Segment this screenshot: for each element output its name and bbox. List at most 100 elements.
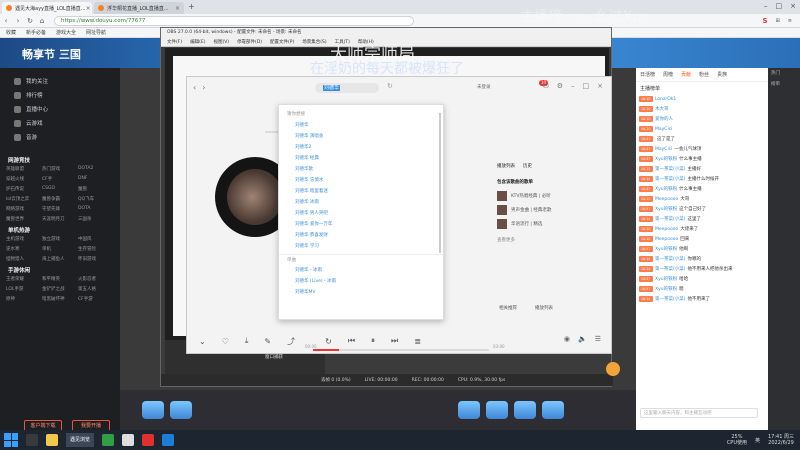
prev-icon[interactable]: ⏮ (348, 336, 355, 346)
related-link[interactable]: 相关推荐 (499, 305, 517, 311)
suggestion-item[interactable]: 刘德华 男人哭吧 (279, 208, 443, 219)
game-link[interactable]: DOTA2 (78, 166, 114, 172)
game-link[interactable]: 金铲铲之战 (42, 286, 78, 292)
game-link[interactable]: 热门游戏 (42, 166, 78, 172)
chat-username[interactable]: Xyu的铁粉 (655, 206, 677, 212)
chat-username[interactable]: 第一茶菜(小菜) (655, 296, 686, 302)
sidebar-item-rank[interactable]: 排行榜 (0, 88, 120, 102)
suggestion-item[interactable]: 刘德华 学习 (279, 241, 443, 252)
suggestion-item[interactable]: 刘德华 演唱会 (279, 131, 443, 142)
game-link[interactable]: 和平精英 (42, 276, 78, 282)
obs-menu-item[interactable]: 场景集合(S) (302, 38, 326, 46)
comment-icon[interactable]: ✎ (264, 337, 271, 346)
game-link[interactable]: DNF (78, 176, 114, 182)
lang-indicator[interactable]: 英 (755, 437, 760, 444)
chat-username[interactable]: Meepoooo (655, 227, 678, 232)
bookmark-item[interactable]: 网址导航 (86, 29, 106, 36)
game-link[interactable]: 魔兽争霸 (42, 196, 78, 202)
tab-fans[interactable]: 粉丝 (699, 71, 709, 78)
game-link[interactable]: 怪物猎人 (6, 256, 42, 262)
suggestion-item[interactable]: 刘德华 冰雨 (279, 197, 443, 208)
close-tab-icon[interactable]: × (175, 5, 180, 12)
close-icon[interactable]: × (597, 82, 603, 90)
queue-link[interactable]: 播放列表 (535, 305, 553, 311)
forward-icon[interactable]: › (12, 17, 24, 25)
app-icon[interactable] (162, 434, 175, 446)
game-link[interactable]: 守望先锋 (42, 206, 78, 212)
game-link[interactable]: 怀旧游戏 (78, 256, 114, 262)
share-icon[interactable]: ⤴ (287, 336, 295, 347)
close-icon[interactable]: × (790, 2, 796, 10)
progress-bar[interactable] (313, 349, 489, 351)
game-link[interactable]: 王者荣耀 (6, 276, 42, 282)
suggestion-item[interactable]: 刘德华 (279, 120, 443, 131)
sidebar-item-live[interactable]: 直播中心 (0, 102, 120, 116)
game-link[interactable]: 穿越火线 (6, 176, 42, 182)
wechat-icon[interactable] (102, 434, 115, 446)
sidebar-item-music[interactable]: 音游 (0, 130, 120, 144)
tab-daily[interactable]: 日活榜 (640, 71, 655, 78)
chat-username[interactable]: 第一茶菜(小菜) (655, 176, 686, 182)
back-icon[interactable]: ‹ (193, 83, 196, 92)
mic-icon[interactable] (606, 362, 620, 376)
refresh-icon[interactable]: ↻ (24, 17, 36, 25)
obs-menu-item[interactable]: 停靠部件(D) (237, 38, 262, 46)
game-link[interactable]: CF手游 (78, 296, 114, 302)
game-link[interactable]: 魔兽世界 (6, 216, 42, 222)
browser-tab[interactable]: 浮华桐花直播_LOL直播直... × (94, 2, 184, 14)
windows-start-icon[interactable] (4, 433, 18, 447)
game-link[interactable]: 魔兽 (78, 186, 114, 192)
download-icon[interactable]: ⤓ (245, 336, 249, 346)
strip-item[interactable]: 榜单 (768, 79, 800, 90)
bookmark-item[interactable]: 新手必备 (26, 29, 46, 36)
suggestion-item[interactable]: 刘德华 暗里着迷 (279, 186, 443, 197)
taskbar-browser[interactable]: 遇见浏览 (66, 433, 95, 447)
home-icon[interactable]: ⌂ (36, 17, 48, 25)
maximize-icon[interactable]: □ (583, 82, 590, 90)
game-link[interactable]: QQ飞车 (78, 196, 114, 202)
game-link[interactable]: DOTA (78, 206, 114, 212)
chat-username[interactable]: Xyu的铁粉 (655, 286, 677, 292)
playlist-row[interactable]: KTV热唱经典 | 必听 (497, 189, 607, 203)
chat-username[interactable]: 第一茶菜(小菜) (655, 266, 686, 272)
gift-icon[interactable] (142, 401, 164, 419)
url-input[interactable]: https://www.douyu.com/77677 (54, 15, 414, 26)
more-link[interactable]: 查看更多 (497, 237, 607, 243)
suggestion-item[interactable]: 刘德华2 (279, 142, 443, 153)
game-link[interactable]: 生存冒险 (78, 246, 114, 252)
game-link[interactable]: 天涯明月刀 (42, 216, 78, 222)
new-tab-button[interactable]: + (188, 2, 195, 14)
game-link[interactable]: 逆水寒 (6, 246, 42, 252)
chat-username[interactable]: 木大哥 (655, 106, 669, 112)
tab-contrib[interactable]: 贡献 (681, 71, 691, 78)
folder-icon[interactable] (46, 434, 58, 446)
game-link[interactable]: 英雄联盟 (6, 166, 42, 172)
chat-username[interactable]: LonzrOk1 (655, 97, 676, 102)
game-link[interactable]: 原神 (6, 296, 42, 302)
suggestion-item[interactable]: 刘德华 恭喜发财 (279, 230, 443, 241)
bookmark-item[interactable]: 游戏大全 (56, 29, 76, 36)
chat-username[interactable]: 爱你的人 (655, 116, 673, 122)
game-link[interactable]: 网络游戏 (6, 206, 42, 212)
tab-playlist[interactable]: 播放列表 (497, 163, 515, 173)
tab-noble[interactable]: 贵族 (717, 71, 727, 78)
chat-username[interactable]: 第一茶菜(小菜) (655, 216, 686, 222)
playlist-row[interactable]: 华语流行 | 精选 (497, 217, 607, 231)
like-icon[interactable]: ♡ (222, 337, 229, 346)
tab-weekly[interactable]: 周榜 (663, 71, 673, 78)
close-tab-icon[interactable]: × (86, 5, 91, 12)
game-link[interactable]: 炉石传说 (6, 186, 42, 192)
douyu-logo[interactable]: 畅享节 三国 (22, 46, 81, 62)
chat-username[interactable]: Meepoooo (655, 197, 678, 202)
strip-item[interactable]: 热门 (768, 68, 800, 79)
next-icon[interactable]: ⏭ (391, 336, 398, 346)
playlist-icon[interactable]: ☰ (595, 335, 601, 343)
clock[interactable]: 17:41 周三 2022/6/29 (768, 434, 794, 446)
chat-username[interactable]: 第一茶菜(小菜) (655, 166, 686, 172)
search-input[interactable]: 刘德华 (315, 83, 379, 93)
game-link[interactable]: 中国风 (78, 236, 114, 242)
gift-icon[interactable] (486, 401, 508, 419)
game-link[interactable]: 第五人格 (78, 286, 114, 292)
game-link[interactable]: 火影忍者 (78, 276, 114, 282)
gift-icon[interactable] (514, 401, 536, 419)
